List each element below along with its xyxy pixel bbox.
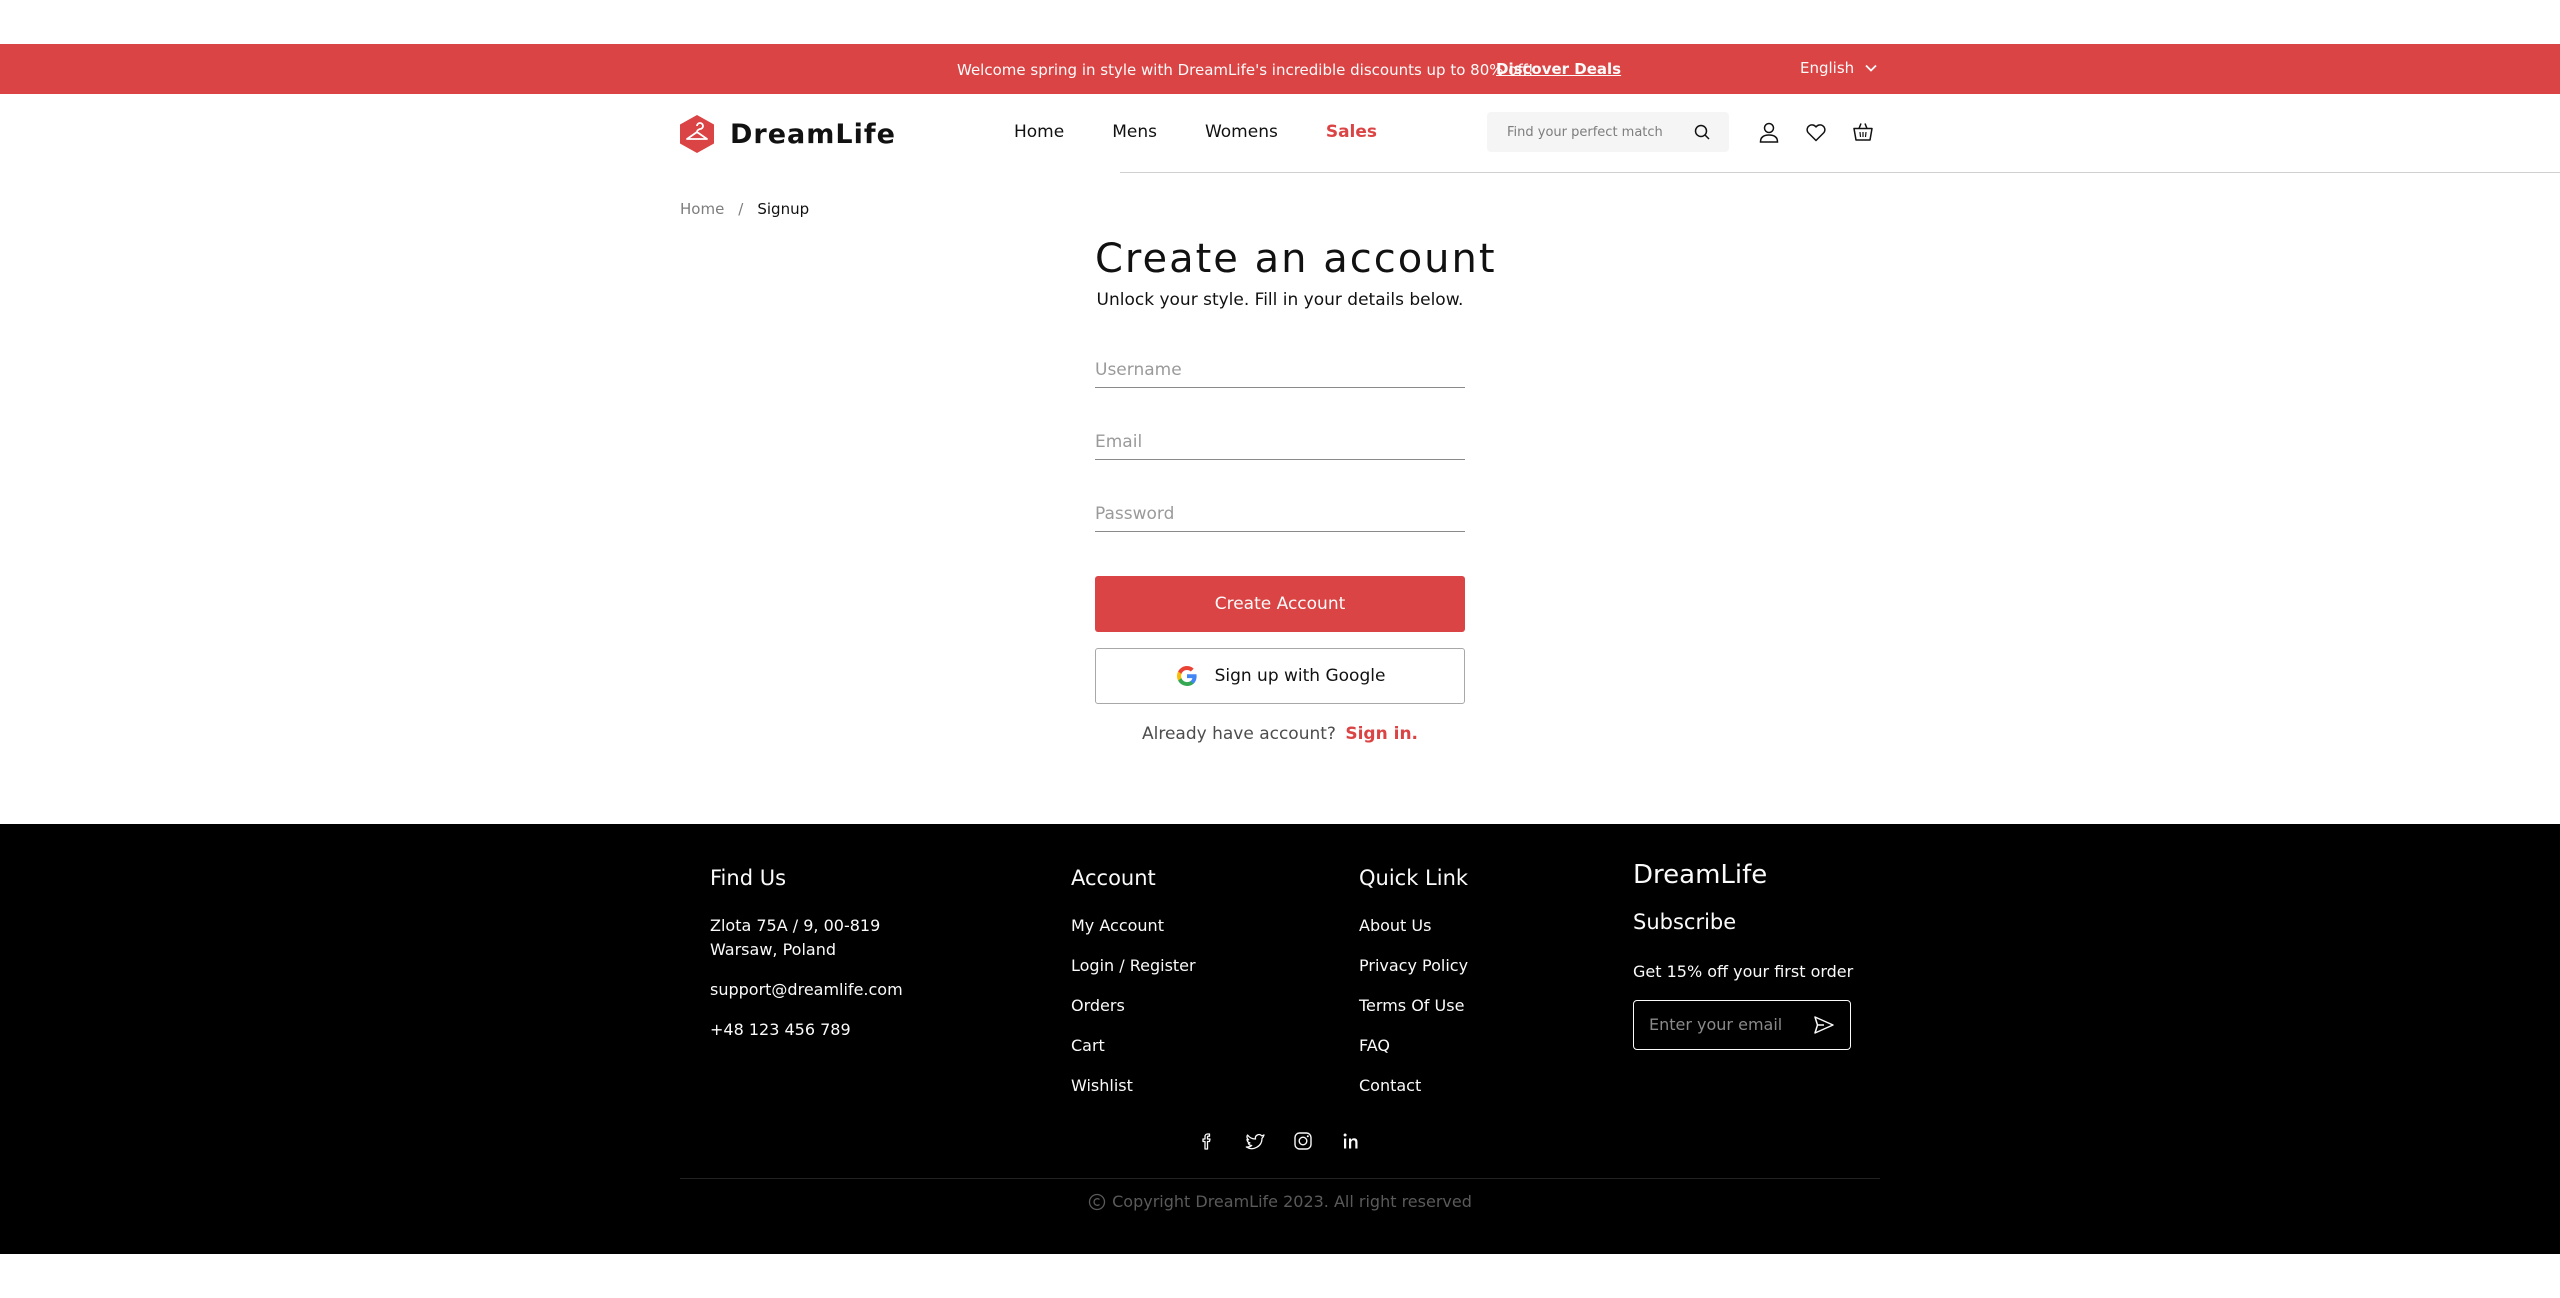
google-signup-button[interactable]: Sign up with Google — [1095, 648, 1465, 704]
username-field[interactable] — [1095, 352, 1465, 388]
footer-quick-link: Quick Link About Us Privacy Policy Terms… — [1359, 866, 1468, 1114]
create-account-button[interactable]: Create Account — [1095, 576, 1465, 632]
facebook-icon[interactable] — [1196, 1130, 1218, 1152]
social-links — [1196, 1130, 1362, 1152]
footer-phone: +48 123 456 789 — [710, 1020, 851, 1039]
discover-deals-link[interactable]: Discover Deals — [1496, 60, 1621, 78]
copyright-text: Copyright DreamLife 2023. All right rese… — [1112, 1192, 1472, 1211]
subscribe-text: Get 15% off your first order — [1633, 962, 1854, 981]
copyright: Copyright DreamLife 2023. All right rese… — [0, 1192, 2560, 1211]
search-icon[interactable] — [1693, 123, 1711, 141]
nav-mens[interactable]: Mens — [1112, 122, 1157, 142]
linkedin-icon[interactable] — [1340, 1130, 1362, 1152]
footer-account: Account My Account Login / Register Orde… — [1071, 866, 1196, 1114]
header-divider — [1120, 172, 2560, 173]
nav-womens[interactable]: Womens — [1205, 122, 1278, 142]
site-header: DreamLife Home Mens Womens Sales — [0, 94, 2560, 174]
footer-link-about[interactable]: About Us — [1359, 914, 1468, 938]
subscribe-title: Subscribe — [1633, 910, 1737, 934]
language-selector[interactable]: English — [1800, 59, 1878, 77]
breadcrumb-separator: / — [738, 200, 744, 218]
footer-brand: DreamLife — [1633, 860, 1768, 890]
signup-form: Create an account Unlock your style. Fil… — [1095, 236, 1497, 744]
search-box — [1487, 112, 1729, 152]
google-button-label: Sign up with Google — [1214, 666, 1386, 686]
footer-link-faq[interactable]: FAQ — [1359, 1034, 1468, 1058]
footer-link-login-register[interactable]: Login / Register — [1071, 954, 1196, 978]
footer-find-us: Find Us Zlota 75A / 9, 00-819 Warsaw, Po… — [710, 866, 903, 1058]
send-icon[interactable] — [1812, 1013, 1836, 1037]
breadcrumb-current: Signup — [757, 200, 810, 218]
nav-home[interactable]: Home — [1014, 122, 1064, 142]
footer-link-wishlist[interactable]: Wishlist — [1071, 1074, 1196, 1098]
brand-logo[interactable]: DreamLife — [678, 114, 896, 154]
search-input[interactable] — [1487, 112, 1677, 152]
footer-address: Zlota 75A / 9, 00-819 Warsaw, Poland — [710, 914, 903, 962]
brand-name: DreamLife — [730, 118, 896, 150]
footer-email[interactable]: support@dreamlife.com — [710, 978, 903, 1002]
hanger-logo-icon — [680, 115, 714, 153]
breadcrumb-home[interactable]: Home — [680, 200, 724, 218]
language-label: English — [1800, 59, 1855, 77]
footer-link-cart[interactable]: Cart — [1071, 1034, 1196, 1058]
site-footer: Find Us Zlota 75A / 9, 00-819 Warsaw, Po… — [0, 824, 2560, 1254]
footer-subscribe: DreamLife Subscribe Get 15% off your fir… — [1633, 860, 1853, 1050]
footer-address-line2: Warsaw, Poland — [710, 940, 836, 959]
footer-link-terms[interactable]: Terms Of Use — [1359, 994, 1468, 1018]
footer-link-my-account[interactable]: My Account — [1071, 914, 1196, 938]
instagram-icon[interactable] — [1292, 1130, 1314, 1152]
signin-link[interactable]: Sign in. — [1345, 724, 1418, 744]
page-subtitle: Unlock your style. Fill in your details … — [1096, 290, 1464, 310]
footer-divider — [680, 1178, 1880, 1179]
heart-icon[interactable] — [1804, 120, 1828, 144]
page-title: Create an account — [1095, 236, 1497, 282]
email-field[interactable] — [1095, 424, 1465, 460]
subscribe-form — [1633, 1000, 1851, 1050]
copyright-icon — [1088, 1193, 1106, 1210]
user-icon[interactable] — [1757, 120, 1781, 144]
footer-address-line1: Zlota 75A / 9, 00-819 — [710, 916, 881, 935]
password-field[interactable] — [1095, 496, 1465, 532]
cart-icon[interactable] — [1851, 120, 1875, 144]
footer-find-us-title: Find Us — [710, 866, 787, 890]
nav-sales[interactable]: Sales — [1326, 122, 1377, 142]
breadcrumb: Home / Signup — [680, 200, 809, 218]
promo-text: Welcome spring in style with DreamLife's… — [957, 61, 1534, 79]
subscribe-email-input[interactable] — [1634, 1001, 1804, 1048]
chevron-down-icon — [1865, 64, 1877, 72]
footer-account-title: Account — [1071, 866, 1156, 890]
twitter-icon[interactable] — [1244, 1130, 1266, 1152]
google-icon — [1176, 666, 1197, 686]
main-nav: Home Mens Womens Sales — [1014, 122, 1377, 142]
footer-quick-link-title: Quick Link — [1359, 866, 1469, 890]
footer-link-orders[interactable]: Orders — [1071, 994, 1196, 1018]
footer-link-contact[interactable]: Contact — [1359, 1074, 1468, 1098]
promo-banner: Welcome spring in style with DreamLife's… — [0, 44, 2560, 94]
footer-link-privacy[interactable]: Privacy Policy — [1359, 954, 1468, 978]
signin-prompt: Already have account? Sign in. — [1095, 724, 1465, 744]
already-account-text: Already have account? — [1141, 724, 1336, 744]
